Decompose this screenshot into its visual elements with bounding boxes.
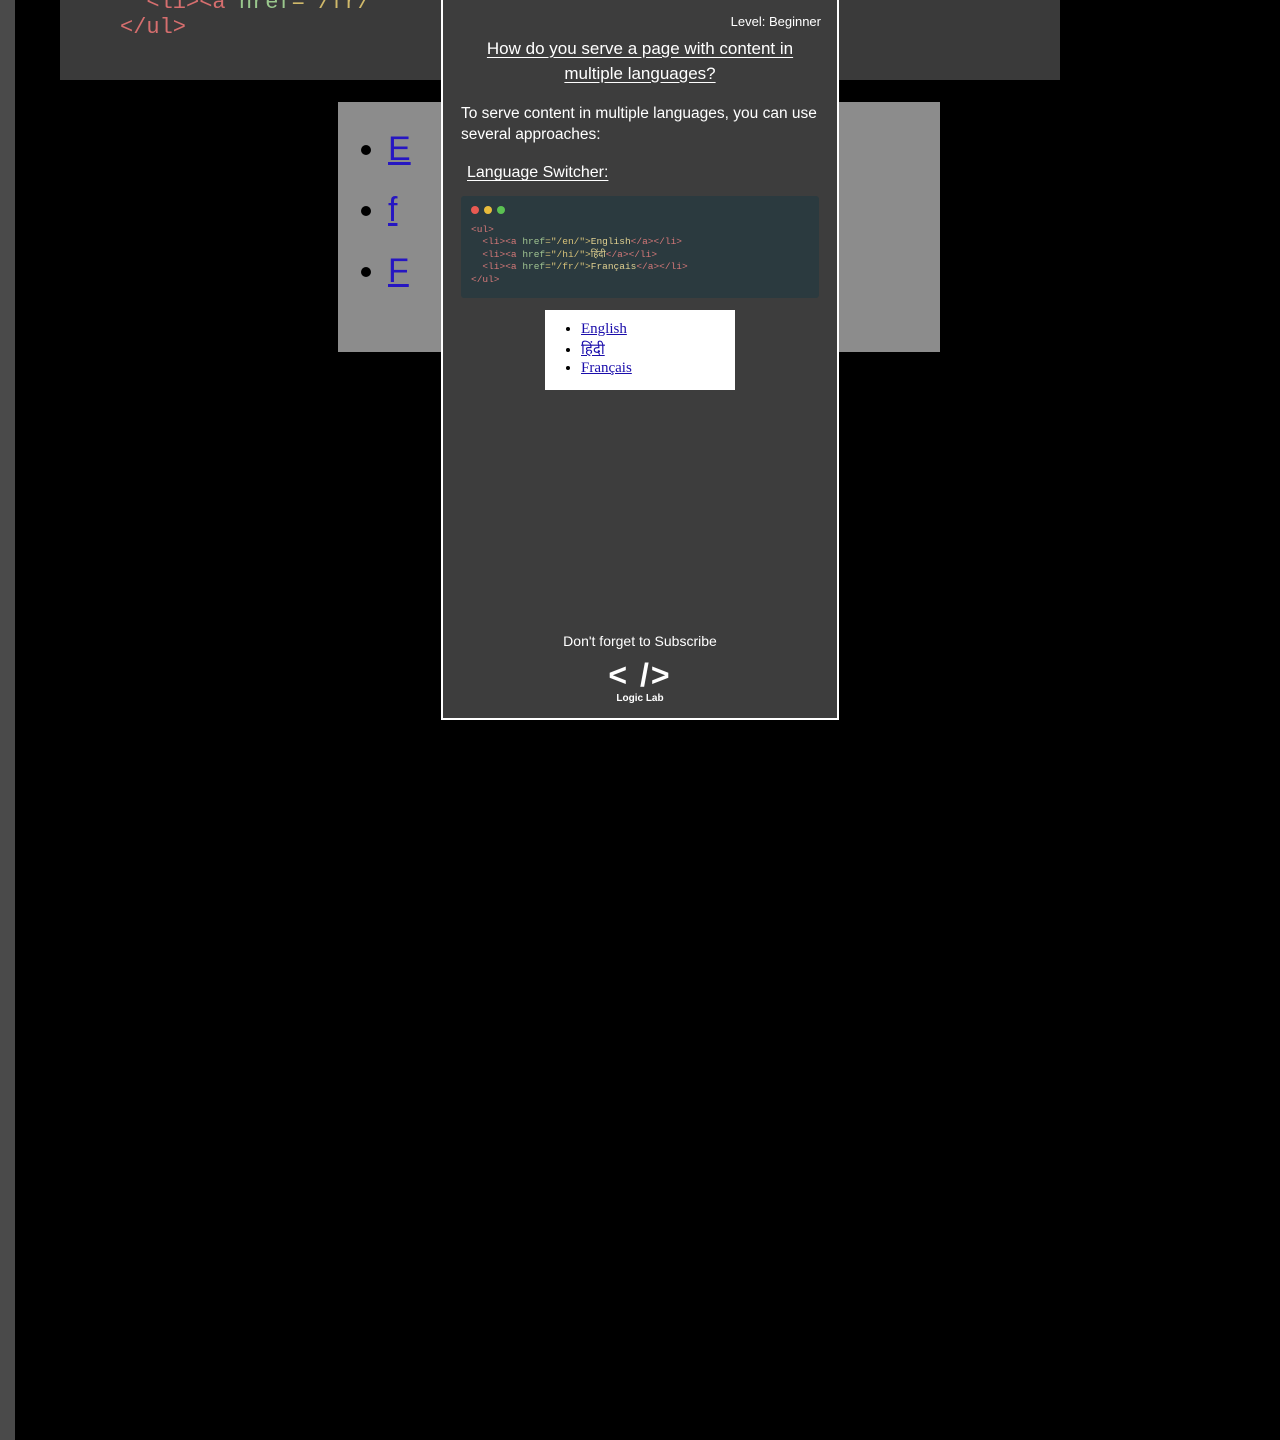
preview-link-item: English [581, 321, 721, 338]
dot-green-icon [497, 206, 505, 214]
window-dots [471, 206, 809, 214]
subscribe-text: Don't forget to Subscribe [443, 633, 837, 649]
section-title: Language Switcher: [467, 164, 813, 182]
intro-text: To serve content in multiple languages, … [461, 104, 819, 146]
slide-title: How do you serve a page with content in … [471, 37, 809, 86]
preview-link[interactable]: Français [581, 360, 632, 376]
footer: Don't forget to Subscribe < /> Logic Lab [443, 633, 837, 704]
bg-left-strip [0, 0, 15, 720]
brand-logo-icon: < /> [443, 659, 837, 691]
level-label: Level: Beginner [443, 0, 837, 37]
preview-link-item: हिंदी [581, 339, 721, 359]
bg-right-strip [0, 720, 15, 1440]
dot-yellow-icon [484, 206, 492, 214]
preview-link-item: Français [581, 360, 721, 377]
slide-card: Level: Beginner How do you serve a page … [441, 0, 839, 720]
preview-box: English हिंदी Français [545, 310, 735, 390]
dot-red-icon [471, 206, 479, 214]
code-box: <ul> <li><a href="/en/">English</a></li>… [461, 196, 819, 298]
brand-name: Logic Lab [443, 693, 837, 704]
preview-link[interactable]: हिंदी [581, 342, 605, 358]
preview-link[interactable]: English [581, 321, 627, 337]
code-snippet: <ul> <li><a href="/en/">English</a></li>… [471, 224, 809, 286]
